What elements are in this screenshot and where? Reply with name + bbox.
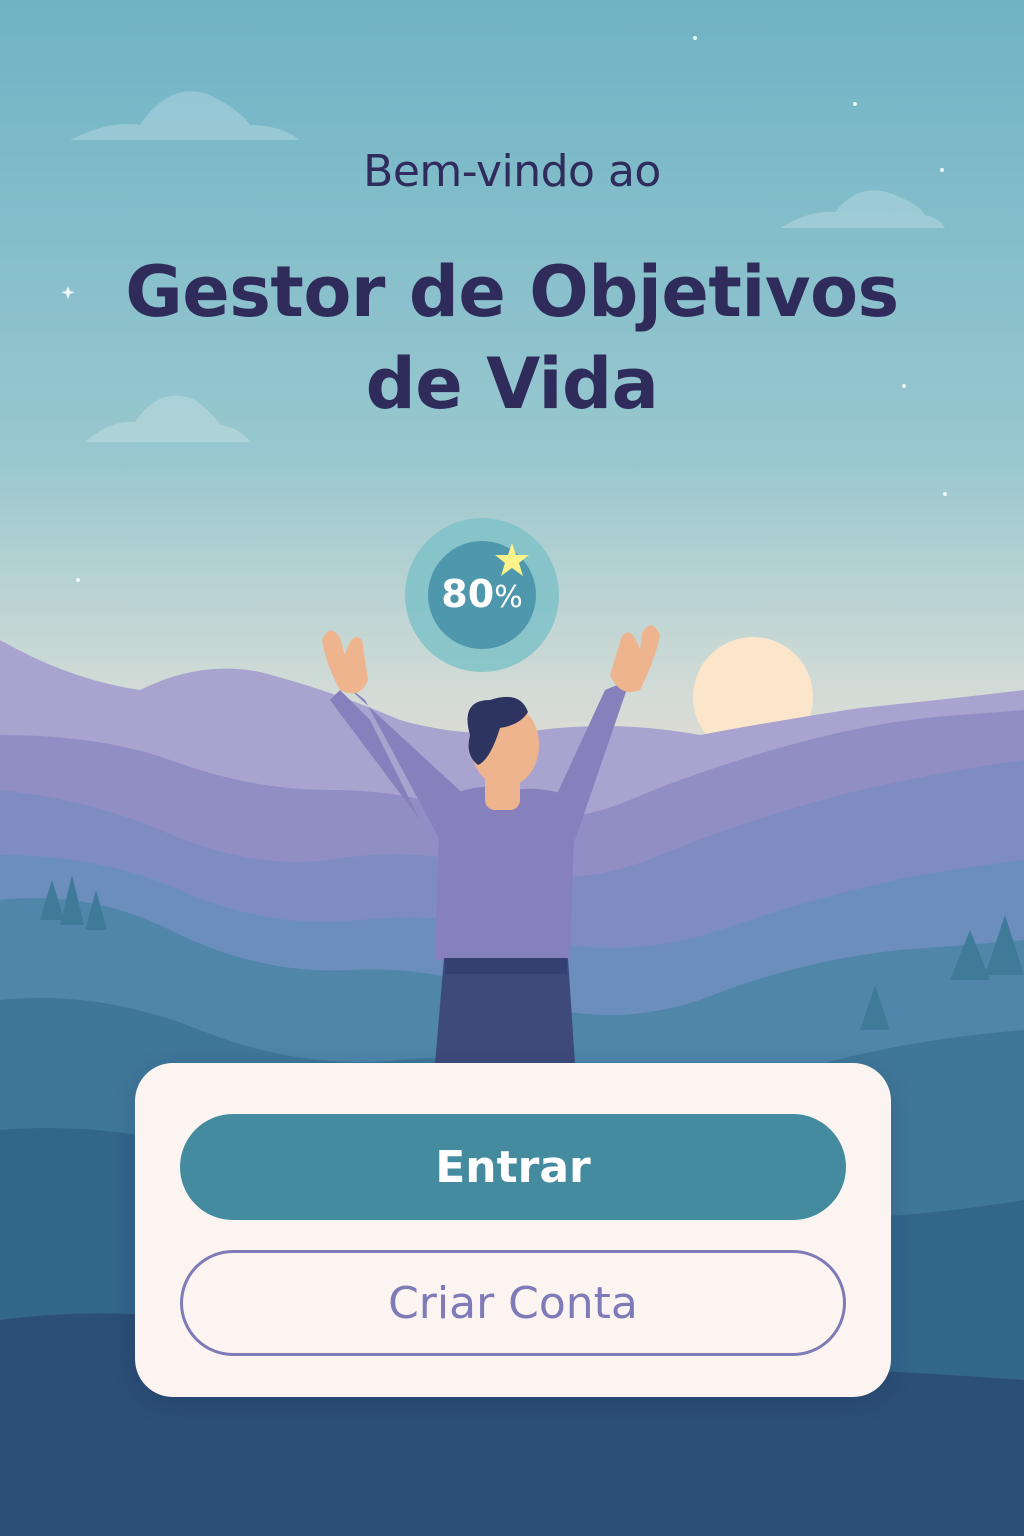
app-title: Gestor de Objetivos de Vida [0,246,1024,430]
progress-percent-label: 80% [406,572,558,616]
login-button[interactable]: Entrar [180,1114,846,1220]
welcome-screen: Bem-vindo ao Gestor de Objetivos de Vida… [0,0,1024,1536]
welcome-subtitle: Bem-vindo ao [363,146,661,197]
app-title-line-2: de Vida [365,343,659,425]
app-title-line-1: Gestor de Objetivos [125,251,899,333]
auth-card: Entrar Criar Conta [135,1063,891,1397]
progress-percent-unit: % [494,580,523,615]
progress-percent-number: 80 [441,572,495,616]
create-account-button[interactable]: Criar Conta [180,1250,846,1356]
